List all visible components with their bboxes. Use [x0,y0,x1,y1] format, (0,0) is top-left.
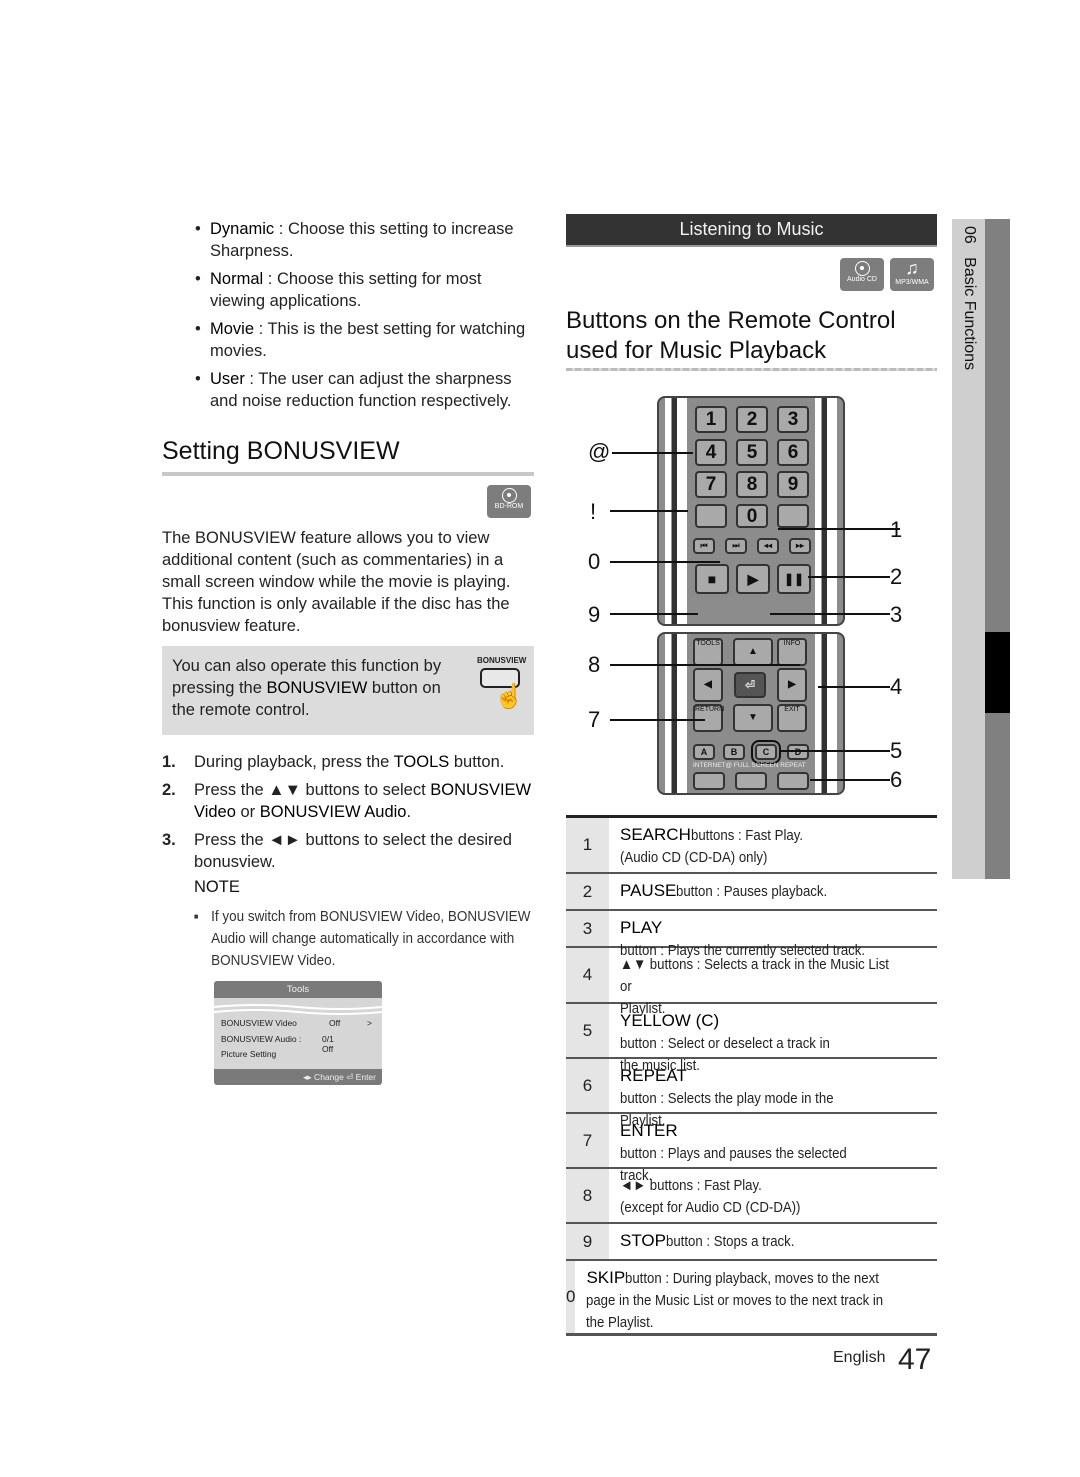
table-row: 9 STOP button : Stops a track. [566,1224,937,1261]
key-d: D [787,744,809,760]
stop-key: ■ [695,564,729,594]
key-c-yellow: C [751,740,781,764]
mp3-wma-badge: ♫ MP3/WMA [890,258,934,291]
disc-icon [854,261,870,276]
callout-7: 7 [588,707,601,732]
remote-heading: Buttons on the Remote Control used for M… [566,307,896,364]
repeat-key [777,772,809,790]
tools-key: TOOLS [693,638,723,666]
full-screen-key [735,772,767,790]
key-4: 4 [695,439,727,466]
disc-icon [501,488,517,503]
tools-menu-title: Tools [214,981,382,998]
subtitle-key [695,504,727,528]
option-user: User : The user can adjust the sharpness… [195,368,540,412]
bonusview-button-label: BONUSVIEW [477,656,527,665]
hand-pointer-icon: ☝ [494,683,524,710]
key-b: B [723,744,745,760]
return-key: RETURN [693,704,724,732]
enter-key: ⏎ [734,672,766,698]
sharpness-options-list: Dynamic : Choose this setting to increas… [195,218,540,418]
right-key: ▶ [777,668,807,702]
tools-row-video: BONUSVIEW Video Off > [221,1018,372,1028]
key-0: 0 [736,504,768,528]
tools-menu-screenshot: Tools BONUSVIEW Video Off > BONUSVIEW Audi… [214,981,382,1085]
table-row: 8 ◄► buttons : Fast Play. (except for Audi… [566,1169,937,1224]
callout-exclaim: ! [590,499,597,524]
pause-key: ❚❚ [777,564,811,594]
note-item: If you switch from BONUSVIEW Video, BONU… [194,906,534,972]
key-9: 9 [777,471,809,498]
remote-lower-illustration: TOOLS INFO ▲ ◀ ▶ ⏎ RETURN ▼ EXIT A B C D… [657,632,845,795]
up-key: ▲ [733,638,773,666]
cut-wave [214,1004,382,1015]
key-a: A [693,744,715,760]
option-normal: Normal : Choose this setting for most vi… [195,268,540,312]
heading-rule [566,368,937,371]
down-key: ▼ [733,704,773,732]
table-row: 1 SEARCH buttons : Fast Play. (Audio CD (C… [566,818,937,874]
footer-language: English [833,1349,886,1366]
skip-forward-key: ⏭ [725,538,747,554]
internet-key [693,772,725,790]
key-8: 8 [736,471,768,498]
tip-text: You can also operate this function by pr… [172,657,442,719]
button-function-table: 1 SEARCH buttons : Fast Play. (Audio CD (C… [566,815,937,1336]
info-key: INFO [777,638,807,666]
chapter-tab-strip [985,219,1010,879]
note-title: NOTE [194,878,240,896]
step-2: 2. Press the ▲▼ buttons to select BONUSVI… [162,781,532,821]
callout-3: 3 [890,602,903,627]
callout-1: 1 [890,517,902,543]
exit-key: EXIT [777,704,807,732]
option-movie: Movie : This is the best setting for wat… [195,318,540,362]
color-key-captions: INTERNET@ FULL SCREEN REPEAT [693,762,806,769]
play-key: ▶ [736,564,770,594]
audio-key [777,504,809,528]
callout-4: 4 [890,674,903,699]
callout-6: 6 [890,767,903,792]
tools-row-audio: BONUSVIEW Audio :0/1 Off [221,1034,334,1054]
page-number: 47 [898,1343,932,1376]
rewind-key: ◂◂ [757,538,779,554]
callout-at: @ [588,439,611,464]
skip-back-key: ⏮ [693,538,715,554]
music-note-icon: ♫ [905,258,919,278]
key-2: 2 [736,406,768,433]
option-dynamic: Dynamic : Choose this setting to increas… [195,218,540,262]
step-3: 3. Press the ◄► buttons to select the des… [162,831,512,871]
tip-box: You can also operate this function by pr… [162,646,534,735]
audio-cd-badge: Audio CD [840,258,884,291]
fast-forward-key: ▸▸ [789,538,811,554]
section-bar-listening-to-music: Listening to Music [566,214,937,247]
chapter-tab-label: 06 Basic Functions [961,226,978,371]
heading-rule [162,472,534,476]
callout-8: 8 [588,652,601,677]
key-3: 3 [777,406,809,433]
callout-9: 9 [588,602,601,627]
table-row: 4 ▲▼ buttons : Selects a track in the Mus… [566,948,937,1017]
table-row: 0 SKIP button : During playback, moves to… [566,1261,937,1336]
left-key: ◀ [693,668,723,702]
section-heading-bonusview: Setting BONUSVIEW [162,437,400,465]
key-5: 5 [736,439,768,466]
steps-list: 1. During playback, press the TOOLS butto… [162,751,537,879]
key-6: 6 [777,439,809,466]
key-1: 1 [695,406,727,433]
tools-menu-footer: ◂▸ Change ⏎ Enter [214,1069,382,1085]
step-1: 1. During playback, press the TOOLS butto… [162,753,505,771]
table-row: 3 PLAY button : Plays the currently selec… [566,911,937,959]
bonusview-intro: The BONUSVIEW feature allows you to view… [162,529,511,635]
bd-rom-badge: BD-ROM [487,485,531,518]
callout-0: 0 [588,549,601,574]
tools-row-picture: Picture Setting [221,1049,277,1059]
table-row: 2 PAUSE button : Pauses playback. [566,874,937,911]
callout-2: 2 [890,564,903,589]
callout-5: 5 [890,738,903,763]
key-7: 7 [695,471,727,498]
chapter-tab-marker [985,632,1010,713]
